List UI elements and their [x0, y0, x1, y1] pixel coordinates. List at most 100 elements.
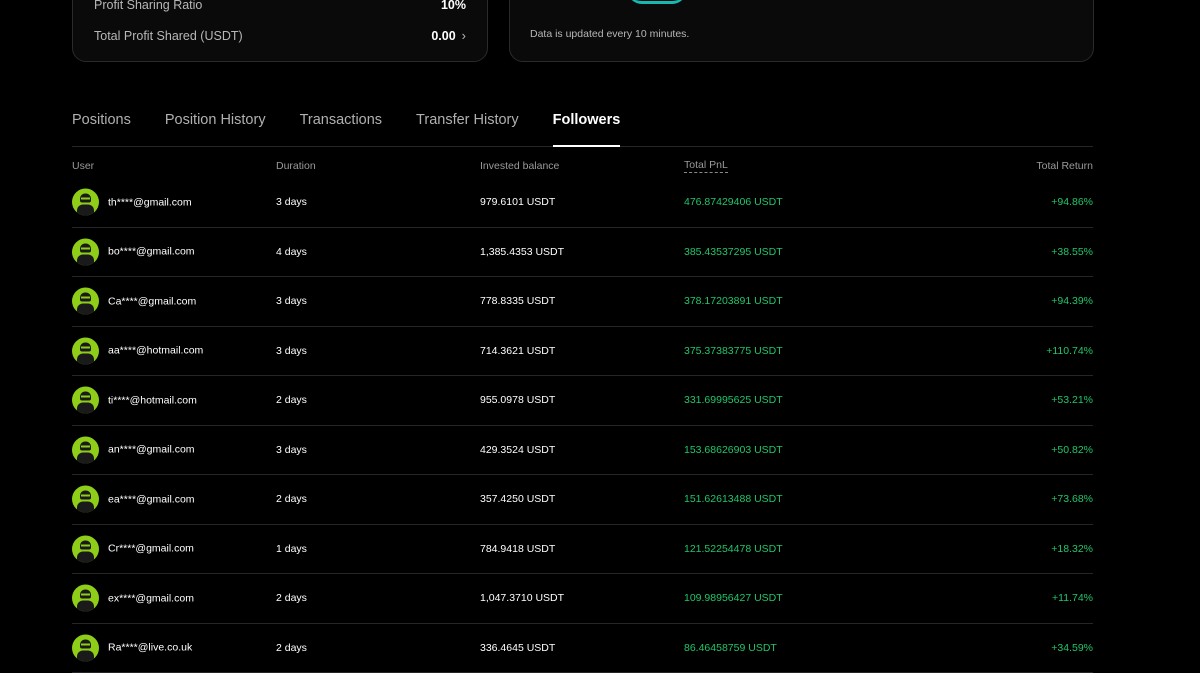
profit-sharing-value: 10% — [440, 0, 466, 12]
duration-cell: 2 days — [276, 592, 307, 605]
avatar-icon — [72, 436, 99, 464]
invested-cell: 778.8335 USDT — [480, 295, 556, 308]
table-row[interactable]: ti****@hotmail.com 2 days 955.0978 USDT 331… — [72, 376, 1093, 426]
pnl-cell: 121.52254478 USDT — [684, 542, 783, 555]
avatar-icon — [72, 485, 99, 513]
user-email: ti****@hotmail.com — [108, 394, 197, 407]
invested-cell: 357.4250 USDT — [480, 493, 556, 506]
avatar-icon — [72, 287, 99, 315]
avatar-icon — [72, 634, 99, 662]
table-row[interactable]: th****@gmail.com 3 days 979.6101 USDT 476.8… — [72, 178, 1093, 228]
tab-positions[interactable]: Positions — [72, 104, 131, 145]
user-cell: bo****@gmail.com — [72, 238, 195, 266]
return-cell: +18.32% — [1051, 542, 1093, 555]
return-cell: +50.82% — [1051, 443, 1093, 456]
table-row[interactable]: ex****@gmail.com 2 days 1,047.3710 USDT 109… — [72, 574, 1093, 624]
avatar-icon — [72, 584, 99, 612]
invested-cell: 979.6101 USDT — [480, 196, 556, 209]
duration-cell: 3 days — [276, 344, 307, 357]
user-cell: aa****@hotmail.com — [72, 337, 204, 365]
invested-cell: 784.9418 USDT — [480, 542, 556, 555]
invested-cell: 1,385.4353 USDT — [480, 245, 565, 258]
table-row[interactable]: an****@gmail.com 3 days 429.3524 USDT 153.6… — [72, 426, 1093, 475]
table-row[interactable]: bo****@gmail.com 4 days 1,385.4353 USDT 385… — [72, 228, 1093, 277]
pnl-cell: 153.68626903 USDT — [684, 443, 783, 456]
page: Profit Sharing Ratio 10% Total Profit Sh… — [0, 0, 1200, 673]
user-email: th****@gmail.com — [108, 196, 192, 209]
tab-transactions[interactable]: Transactions — [300, 104, 382, 145]
user-cell: ti****@hotmail.com — [72, 386, 197, 414]
pnl-cell: 109.98956427 USDT — [684, 592, 783, 605]
pnl-cell: 331.69995625 USDT — [684, 394, 783, 407]
table-row[interactable]: Cr****@gmail.com 1 days 784.9418 USDT 121.5… — [72, 525, 1093, 574]
user-cell: ea****@gmail.com — [72, 485, 195, 513]
avatar-icon — [72, 386, 99, 414]
user-email: ea****@gmail.com — [108, 493, 195, 506]
pnl-cell: 375.37383775 USDT — [684, 344, 783, 357]
total-profit-value-group[interactable]: 0.00 › — [431, 28, 466, 43]
user-email: aa****@hotmail.com — [108, 344, 204, 357]
stats-chart-card: Data is updated every 10 minutes. — [509, 0, 1094, 62]
total-profit-row[interactable]: Total Profit Shared (USDT) 0.00 › — [94, 28, 466, 43]
return-cell: +73.68% — [1051, 493, 1093, 506]
tab-transfer-history[interactable]: Transfer History — [416, 104, 519, 145]
profit-sharing-label: Profit Sharing Ratio — [94, 0, 203, 12]
total-profit-label: Total Profit Shared (USDT) — [94, 28, 243, 43]
header-total-pnl[interactable]: Total PnL — [684, 159, 728, 173]
pnl-cell: 151.62613488 USDT — [684, 493, 783, 506]
pnl-cell: 385.43537295 USDT — [684, 245, 783, 258]
user-cell: Ca****@gmail.com — [72, 287, 197, 315]
table-body: th****@gmail.com 3 days 979.6101 USDT 476.8… — [72, 178, 1093, 673]
user-cell: Ra****@live.co.uk — [72, 634, 193, 662]
invested-cell: 714.3621 USDT — [480, 344, 556, 357]
pnl-cell: 476.87429406 USDT — [684, 196, 783, 209]
tab-position-history[interactable]: Position History — [165, 104, 266, 145]
duration-cell: 3 days — [276, 196, 307, 209]
avatar-icon — [72, 535, 99, 563]
total-profit-value: 0.00 — [431, 28, 456, 43]
user-cell: Cr****@gmail.com — [72, 535, 194, 563]
return-cell: +34.59% — [1051, 641, 1093, 654]
duration-cell: 4 days — [276, 245, 307, 258]
user-cell: ex****@gmail.com — [72, 584, 194, 612]
invested-cell: 955.0978 USDT — [480, 394, 556, 407]
pnl-cell: 378.17203891 USDT — [684, 295, 783, 308]
duration-cell: 2 days — [276, 641, 307, 654]
tab-bar: Positions Position History Transactions … — [72, 104, 1093, 147]
table-row[interactable]: Ca****@gmail.com 3 days 778.8335 USDT 378.1… — [72, 277, 1093, 327]
invested-cell: 336.4645 USDT — [480, 641, 556, 654]
duration-cell: 2 days — [276, 394, 307, 407]
invested-cell: 429.3524 USDT — [480, 443, 556, 456]
return-cell: +11.74% — [1052, 592, 1093, 605]
user-email: ex****@gmail.com — [108, 592, 194, 605]
tab-followers[interactable]: Followers — [552, 104, 621, 147]
duration-cell: 1 days — [276, 542, 307, 555]
return-cell: +38.55% — [1051, 245, 1093, 258]
pnl-cell: 86.46458759 USDT — [684, 641, 777, 654]
chevron-right-icon[interactable]: › — [462, 28, 466, 43]
gauge-ring — [627, 0, 687, 4]
return-cell: +53.21% — [1051, 394, 1093, 407]
user-cell: th****@gmail.com — [72, 188, 192, 216]
return-cell: +94.86% — [1051, 196, 1093, 209]
table-row[interactable]: Ra****@live.co.uk 2 days 336.4645 USDT 86.4… — [72, 624, 1093, 673]
user-email: an****@gmail.com — [108, 443, 195, 456]
table-row[interactable]: aa****@hotmail.com 3 days 714.3621 USDT 375… — [72, 327, 1093, 376]
user-cell: an****@gmail.com — [72, 436, 195, 464]
table-header: User Duration Invested balance Total PnL… — [72, 154, 1093, 178]
duration-cell: 3 days — [276, 295, 307, 308]
return-cell: +94.39% — [1051, 295, 1093, 308]
avatar-icon — [72, 337, 99, 365]
profit-summary-card: Profit Sharing Ratio 10% Total Profit Sh… — [72, 0, 488, 62]
avatar-icon — [72, 188, 99, 216]
table-row[interactable]: ea****@gmail.com 2 days 357.4250 USDT 151.6… — [72, 475, 1093, 525]
user-email: Ra****@live.co.uk — [108, 641, 193, 654]
invested-cell: 1,047.3710 USDT — [480, 592, 565, 605]
user-email: Cr****@gmail.com — [108, 542, 194, 555]
profit-sharing-row: Profit Sharing Ratio 10% — [94, 0, 466, 12]
header-user: User — [72, 160, 95, 172]
header-invested: Invested balance — [480, 160, 560, 172]
user-email: Ca****@gmail.com — [108, 295, 197, 308]
followers-table: User Duration Invested balance Total PnL… — [72, 154, 1093, 673]
avatar-icon — [72, 238, 99, 266]
